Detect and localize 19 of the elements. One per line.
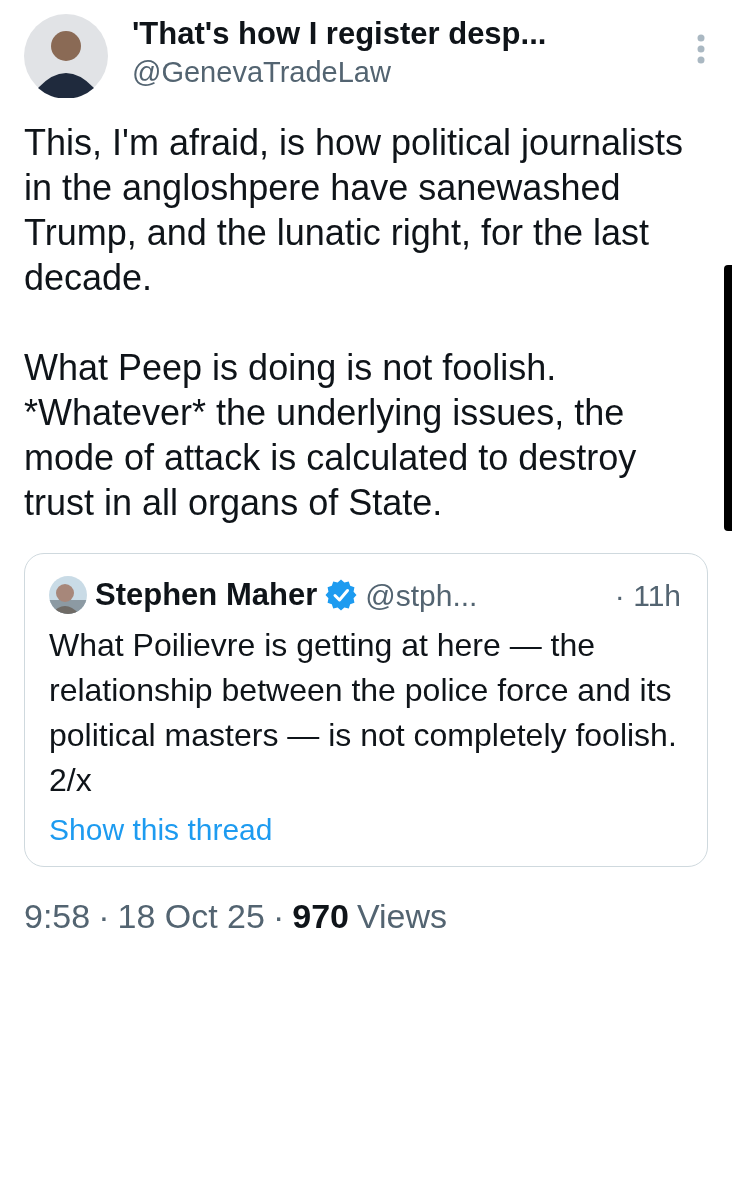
quoted-author-name: Stephen Maher [95,576,318,614]
separator-dot: · [272,895,285,937]
tweet-text: What Peep is doing is not foolish. *Whatever* the underlying issues, the mode of attack is calculated to destroy trust in all organs of State. [24,346,638,525]
tweet-text: This, I'm afraid, is how political journalists in the angloshpere have sanewashed Trump, and the lunatic right, for the last decade. [24,121,685,300]
quoted-tweet-text: What Poilievre is getting at here — the relationship between the police force and its political masters — is not completely foolish. 2/x [49,625,678,800]
author-handle: @GenevaTradeLaw [132,55,392,91]
scrollbar-thumb[interactable] [724,265,732,531]
avatar-icon [49,576,87,615]
quoted-author-handle: @stph... [365,577,478,614]
author-name: 'That's how I register desp... [132,15,548,53]
separator-dot: · [98,895,110,937]
tweet-time: 9:58 [24,895,91,937]
views-label: Views [357,895,448,937]
views-count: 970 [292,895,349,937]
avatar-icon[interactable] [24,14,108,98]
tweet-date: 18 Oct 25 [117,895,265,937]
quoted-tweet-time: · 11h [614,577,681,614]
quoted-tweet-card[interactable]: Stephen Maher @stph... · 11h What Poilievre is getting at here — the relationship between the police force and its political masters — is not completely foolish. 2/x Show this thread [24,553,708,867]
more-icon[interactable] [696,34,706,64]
